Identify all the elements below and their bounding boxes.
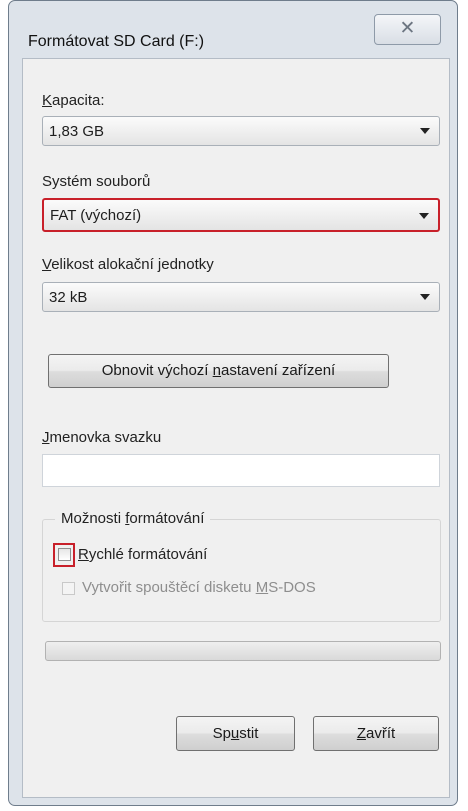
chevron-down-icon [420, 128, 430, 134]
close-icon: ✕ [399, 18, 416, 39]
close-label-text: avřít [365, 725, 396, 742]
filesystem-label: Systém souborů [42, 173, 151, 190]
close-button[interactable]: Zavřít [313, 716, 439, 751]
start-label-post: stit [239, 725, 259, 742]
quick-format-label-text: ychlé formátování [88, 546, 208, 563]
volume-label-access-key: J [42, 429, 50, 446]
start-button[interactable]: Spustit [176, 716, 295, 751]
capacity-label-access-key: K [42, 92, 53, 109]
dialog-client-area [22, 58, 450, 798]
restore-defaults-label-pre: Obnovit výchozí [101, 362, 213, 379]
msdos-boot-access-key: M [255, 579, 269, 596]
chevron-down-icon [419, 213, 429, 219]
allocation-unit-value: 32 kB [49, 289, 88, 306]
format-options-title: Možnosti formátování [55, 510, 211, 527]
format-options-group [42, 519, 441, 622]
start-access-key: u [230, 725, 240, 742]
close-access-key: Z [356, 725, 366, 742]
filesystem-value: FAT (výchozí) [50, 207, 142, 224]
capacity-label: Kapacita: [42, 92, 105, 109]
allocation-label-access-key: V [42, 256, 52, 273]
format-progress-bar [45, 641, 441, 661]
format-options-title-pre: Možnosti [61, 510, 126, 527]
restore-defaults-label-post: astavení zařízení [221, 362, 336, 379]
allocation-label-text: elikost alokační jednotky [51, 256, 214, 273]
capacity-dropdown[interactable]: 1,83 GB [42, 116, 440, 146]
msdos-boot-label[interactable]: Vytvořit spouštěcí disketu MS-DOS [82, 579, 316, 596]
msdos-boot-label-post: S-DOS [268, 579, 316, 596]
volume-label-text: menovka svazku [49, 429, 162, 446]
close-window-button[interactable]: ✕ [374, 14, 441, 45]
window-title: Formátovat SD Card (F:) [28, 33, 205, 50]
quick-format-label[interactable]: Rychlé formátování [78, 546, 207, 563]
capacity-value: 1,83 GB [49, 123, 105, 140]
restore-defaults-button[interactable]: Obnovit výchozí nastavení zařízení [48, 354, 389, 388]
format-options-title-post: ormátování [129, 510, 205, 527]
start-label-pre: Sp [212, 725, 231, 742]
quick-format-access-key: R [78, 546, 89, 563]
volume-label-input[interactable] [42, 454, 440, 487]
capacity-label-text: apacita: [52, 92, 105, 109]
volume-label-caption: Jmenovka svazku [42, 429, 161, 446]
chevron-down-icon [420, 294, 430, 300]
allocation-unit-label: Velikost alokační jednotky [42, 256, 214, 273]
allocation-unit-dropdown[interactable]: 32 kB [42, 282, 440, 312]
restore-defaults-access-key: n [212, 362, 221, 379]
filesystem-dropdown[interactable]: FAT (výchozí) [42, 198, 440, 232]
msdos-boot-label-pre: Vytvořit spouštěcí disketu [82, 579, 256, 596]
msdos-boot-checkbox[interactable] [62, 582, 75, 595]
quick-format-checkbox[interactable] [58, 548, 71, 561]
